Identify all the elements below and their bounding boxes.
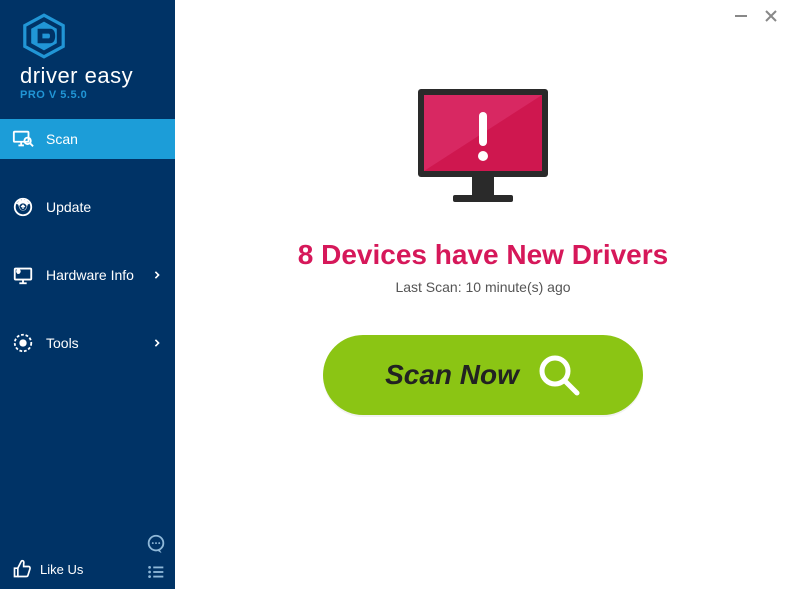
svg-text:i: i <box>18 270 19 274</box>
sidebar-item-label: Tools <box>46 335 153 351</box>
scan-now-button[interactable]: Scan Now <box>323 335 643 415</box>
status-headline: 8 Devices have New Drivers <box>298 239 668 271</box>
brand-logo-icon <box>20 12 68 60</box>
tools-icon <box>12 332 34 354</box>
monitor-search-icon <box>12 128 34 150</box>
sidebar-item-label: Scan <box>46 131 161 147</box>
window-controls <box>733 8 779 24</box>
last-scan-text: Last Scan: 10 minute(s) ago <box>395 279 570 295</box>
gear-icon <box>12 196 34 218</box>
thumbs-up-icon <box>12 559 32 579</box>
sidebar-item-label: Update <box>46 199 161 215</box>
sidebar-item-scan[interactable]: Scan <box>0 119 175 159</box>
brand-name: driver easy <box>20 63 175 89</box>
like-us-label: Like Us <box>40 562 83 577</box>
sidebar-item-hardware-info[interactable]: i Hardware Info <box>0 255 175 295</box>
brand-version: PRO V 5.5.0 <box>20 89 175 101</box>
alert-monitor-illustration <box>408 84 558 219</box>
sidebar-item-update[interactable]: Update <box>0 187 175 227</box>
minimize-button[interactable] <box>733 8 749 24</box>
hardware-info-icon: i <box>12 264 34 286</box>
scan-now-label: Scan Now <box>385 359 519 391</box>
sidebar-footer: Like Us <box>0 549 175 589</box>
sidebar-item-tools[interactable]: Tools <box>0 323 175 363</box>
sidebar: driver easy PRO V 5.5.0 Scan <box>0 0 175 589</box>
chevron-right-icon <box>153 339 161 347</box>
main-content: 8 Devices have New Drivers Last Scan: 10… <box>175 0 791 589</box>
sidebar-item-label: Hardware Info <box>46 267 153 283</box>
like-us-button[interactable]: Like Us <box>12 559 83 579</box>
close-button[interactable] <box>763 8 779 24</box>
magnifier-icon <box>537 353 581 397</box>
sidebar-nav: Scan Update i Hardwa <box>0 119 175 391</box>
logo-area: driver easy PRO V 5.5.0 <box>0 0 175 111</box>
chevron-right-icon <box>153 271 161 279</box>
